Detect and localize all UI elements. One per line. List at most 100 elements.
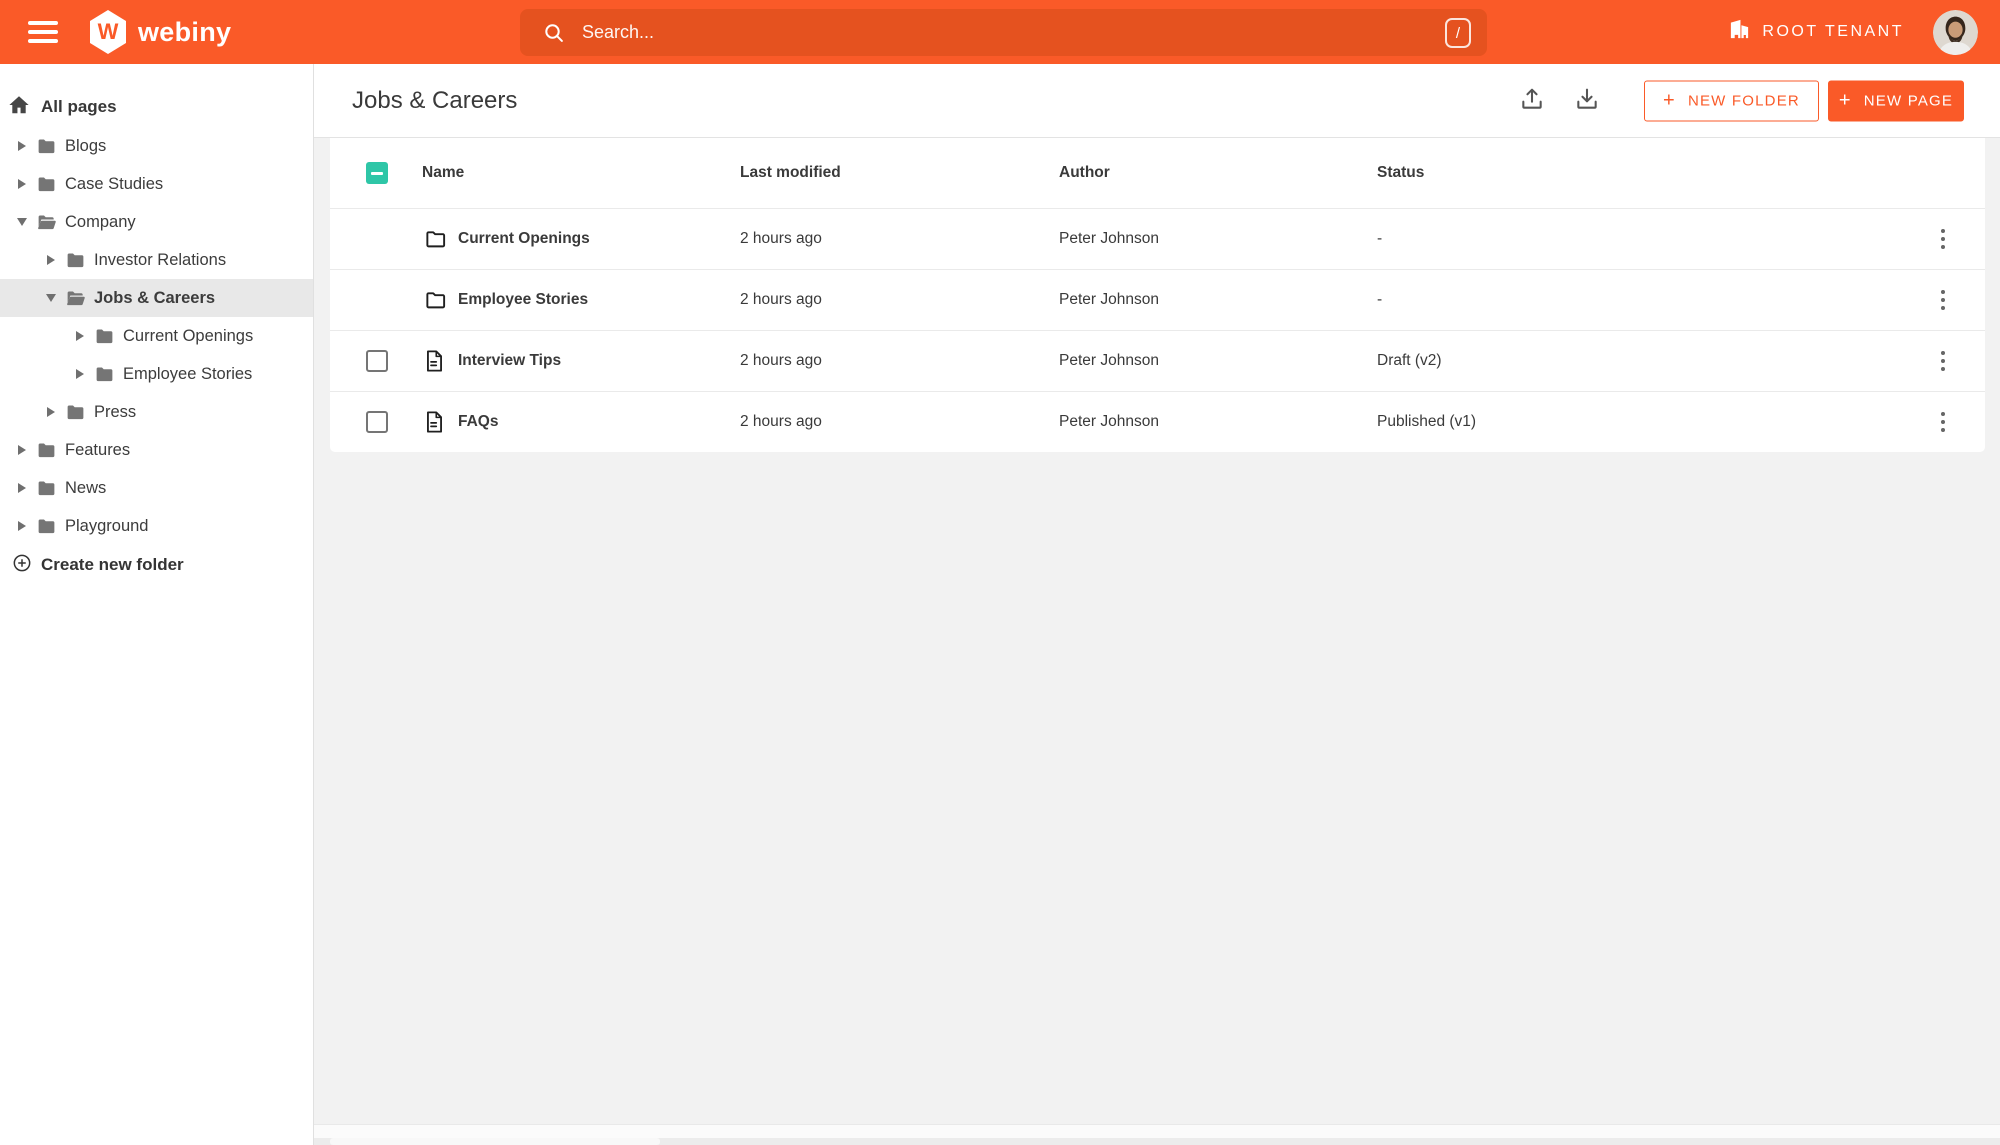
sidebar-item-label: Investor Relations xyxy=(94,250,227,269)
chevron-right-icon[interactable] xyxy=(14,483,30,493)
sidebar: All pages Blogs Case Studies Company Invest… xyxy=(0,64,314,1145)
create-folder-label: Create new folder xyxy=(41,555,184,574)
upload-button[interactable] xyxy=(1514,83,1550,119)
row-name[interactable]: Interview Tips xyxy=(458,352,561,370)
chevron-right-icon[interactable] xyxy=(14,141,30,151)
sidebar-item-company[interactable]: Company xyxy=(0,203,313,241)
folder-tree: Blogs Case Studies Company Investor Relatio… xyxy=(0,127,313,545)
row-last-modified: 2 hours ago xyxy=(740,230,822,247)
row-checkbox[interactable] xyxy=(366,350,388,372)
tenant-name: ROOT TENANT xyxy=(1762,23,1904,40)
row-last-modified: 2 hours ago xyxy=(740,291,822,308)
chevron-right-icon[interactable] xyxy=(43,255,59,265)
column-header-name[interactable]: Name xyxy=(422,164,464,182)
plus-icon: + xyxy=(1838,89,1852,112)
row-checkbox[interactable] xyxy=(366,411,388,433)
row-status: - xyxy=(1377,230,1383,247)
column-header-status[interactable]: Status xyxy=(1377,164,1424,182)
app-root: W webiny Search... / ROOT TENANT All pag… xyxy=(0,0,2000,1145)
row-menu-button[interactable] xyxy=(1928,344,1958,378)
new-page-button[interactable]: + NEW PAGE xyxy=(1828,80,1964,121)
horizontal-scrollbar[interactable] xyxy=(314,1124,2000,1145)
column-header-last-modified[interactable]: Last modified xyxy=(740,164,841,182)
sidebar-item-label: Case Studies xyxy=(65,174,164,193)
row-author: Peter Johnson xyxy=(1059,291,1159,308)
row-last-modified: 2 hours ago xyxy=(740,352,822,369)
sidebar-item-blogs[interactable]: Blogs xyxy=(0,127,313,165)
chevron-right-icon[interactable] xyxy=(72,369,88,379)
circle-plus-icon xyxy=(12,553,32,578)
home-icon xyxy=(8,94,30,121)
search-input[interactable]: Search... / xyxy=(520,9,1487,56)
kebab-icon xyxy=(1940,228,1946,234)
sidebar-item-current-openings[interactable]: Current Openings xyxy=(0,317,313,355)
chevron-right-icon[interactable] xyxy=(14,179,30,189)
row-name[interactable]: Current Openings xyxy=(458,230,590,248)
table-row-employee-stories[interactable]: Employee Stories 2 hours ago Peter Johnson… xyxy=(330,269,1985,330)
folder-icon xyxy=(94,326,116,347)
chevron-right-icon[interactable] xyxy=(43,407,59,417)
sidebar-item-label: Employee Stories xyxy=(123,364,253,383)
folder-icon xyxy=(36,440,58,461)
scrollbar-thumb[interactable] xyxy=(330,1138,660,1145)
table-row-current-openings[interactable]: Current Openings 2 hours ago Peter Johnson… xyxy=(330,208,1985,269)
row-menu-button[interactable] xyxy=(1928,283,1958,317)
row-menu-button[interactable] xyxy=(1928,405,1958,439)
sidebar-item-all-pages[interactable]: All pages xyxy=(0,87,313,127)
folder-icon xyxy=(36,478,58,499)
sidebar-item-jobs-careers[interactable]: Jobs & Careers xyxy=(0,279,313,317)
chevron-right-icon[interactable] xyxy=(72,331,88,341)
chevron-down-icon[interactable] xyxy=(43,294,59,302)
avatar[interactable] xyxy=(1933,10,1978,55)
sidebar-item-case-studies[interactable]: Case Studies xyxy=(0,165,313,203)
folder-open-icon xyxy=(65,288,87,309)
hamburger-menu-icon[interactable] xyxy=(28,20,58,44)
row-name[interactable]: FAQs xyxy=(458,413,498,431)
sidebar-item-press[interactable]: Press xyxy=(0,393,313,431)
sidebar-item-label: Blogs xyxy=(65,136,107,155)
row-name[interactable]: Employee Stories xyxy=(458,291,588,309)
table-row-faqs[interactable]: FAQs 2 hours ago Peter Johnson Published (v… xyxy=(330,391,1985,452)
chevron-right-icon[interactable] xyxy=(14,521,30,531)
create-new-folder-button[interactable]: Create new folder xyxy=(0,545,313,585)
webiny-logo[interactable]: W webiny xyxy=(88,10,231,54)
kebab-icon xyxy=(1940,411,1946,417)
sidebar-item-label: Jobs & Careers xyxy=(94,288,216,307)
download-button[interactable] xyxy=(1569,83,1605,119)
sidebar-item-playground[interactable]: Playground xyxy=(0,507,313,545)
row-status: Draft (v2) xyxy=(1377,352,1442,369)
select-all-checkbox[interactable] xyxy=(366,162,388,184)
sidebar-item-news[interactable]: News xyxy=(0,469,313,507)
new-folder-button[interactable]: + NEW FOLDER xyxy=(1644,80,1819,121)
chevron-down-icon[interactable] xyxy=(14,218,30,226)
topbar: W webiny Search... / ROOT TENANT xyxy=(0,0,2000,64)
sidebar-item-label: Features xyxy=(65,440,131,459)
folder-open-icon xyxy=(36,212,58,233)
search-placeholder: Search... xyxy=(582,22,655,42)
webiny-hexagon-icon: W xyxy=(90,10,126,54)
table-body: Current Openings 2 hours ago Peter Johnson… xyxy=(330,208,1985,452)
table-row-interview-tips[interactable]: Interview Tips 2 hours ago Peter Johnson Dr… xyxy=(330,330,1985,391)
kebab-icon xyxy=(1940,289,1946,295)
folder-icon xyxy=(424,289,447,312)
row-author: Peter Johnson xyxy=(1059,413,1159,430)
tenant-selector[interactable]: ROOT TENANT xyxy=(1728,0,1904,64)
sidebar-item-employee-stories[interactable]: Employee Stories xyxy=(0,355,313,393)
search-icon xyxy=(542,21,566,45)
kebab-icon xyxy=(1940,350,1946,356)
row-menu-button[interactable] xyxy=(1928,222,1958,256)
page-title: Jobs & Careers xyxy=(352,86,518,114)
folder-icon xyxy=(65,402,87,423)
slash-shortcut-badge: / xyxy=(1445,18,1471,48)
new-page-label: NEW PAGE xyxy=(1863,92,1954,109)
chevron-right-icon[interactable] xyxy=(14,445,30,455)
sidebar-item-label: Playground xyxy=(65,516,149,535)
sidebar-item-features[interactable]: Features xyxy=(0,431,313,469)
main-content: Jobs & Careers + NEW FOLDER + NEW PAGE N… xyxy=(314,64,2000,1145)
folder-icon xyxy=(94,364,116,385)
download-icon xyxy=(1574,86,1600,115)
sidebar-item-investor-relations[interactable]: Investor Relations xyxy=(0,241,313,279)
titlebar: Jobs & Careers + NEW FOLDER + NEW PAGE xyxy=(314,64,2000,138)
folder-icon xyxy=(36,136,58,157)
column-header-author[interactable]: Author xyxy=(1059,164,1110,182)
